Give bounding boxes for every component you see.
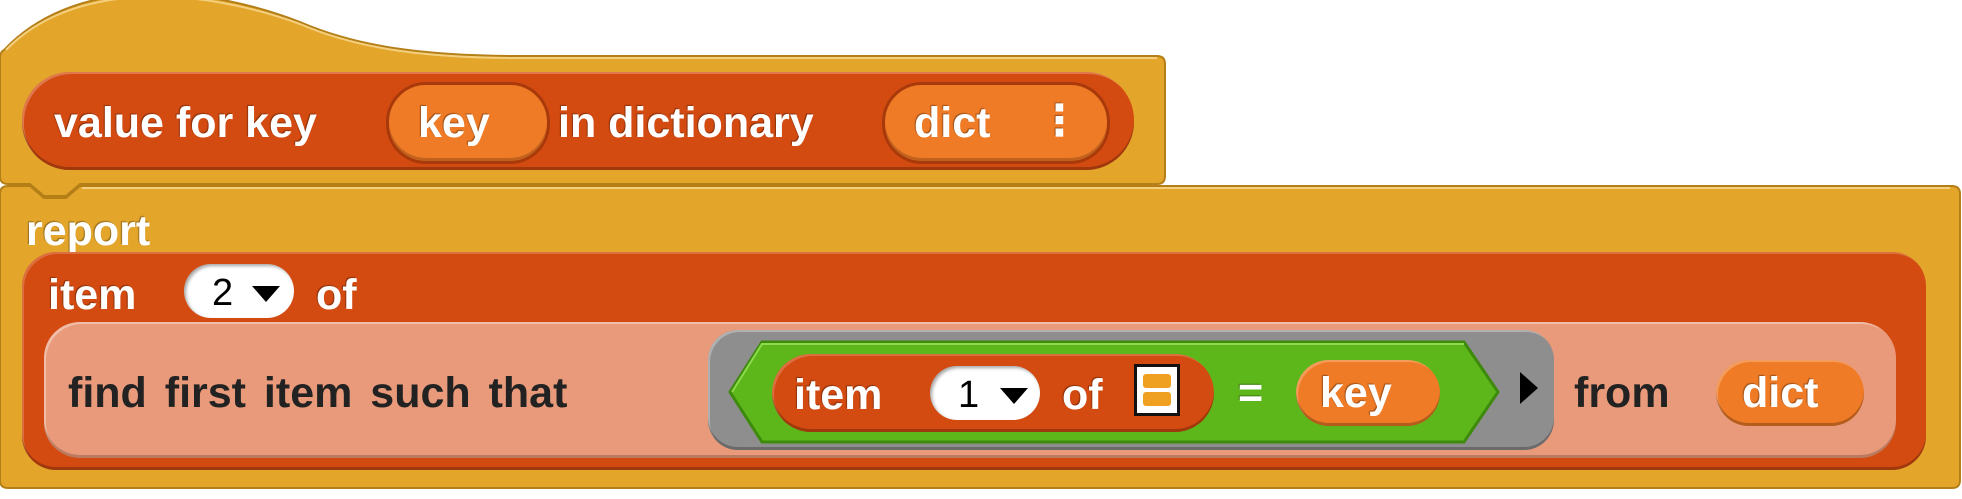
dict-variable-label: dict bbox=[1742, 369, 1819, 417]
param-key-label: key bbox=[418, 99, 490, 147]
of-label: of bbox=[316, 271, 357, 319]
equals-label: = bbox=[1238, 369, 1264, 417]
key-variable-label: key bbox=[1320, 369, 1392, 417]
dropdown-caret-icon[interactable] bbox=[252, 286, 280, 302]
item-label: item bbox=[48, 271, 137, 319]
find-first-label: find first item such that bbox=[68, 369, 568, 417]
prototype-label-middle: in dictionary bbox=[558, 99, 814, 147]
report-label: report bbox=[26, 207, 151, 255]
arrow-right-icon[interactable] bbox=[1520, 372, 1538, 404]
vertical-dots-icon[interactable]: ⋮ bbox=[1038, 100, 1081, 143]
inner-index-value: 1 bbox=[958, 374, 980, 416]
inner-item-label: item bbox=[794, 371, 883, 419]
param-dict-label: dict bbox=[914, 99, 991, 147]
inner-of-label: of bbox=[1062, 371, 1103, 419]
dropdown-caret-icon[interactable] bbox=[1000, 388, 1028, 404]
from-label: from bbox=[1574, 369, 1670, 417]
prototype-label-prefix: value for key bbox=[54, 99, 317, 147]
list-slot-icon[interactable] bbox=[1134, 364, 1180, 416]
index-value: 2 bbox=[212, 272, 234, 314]
